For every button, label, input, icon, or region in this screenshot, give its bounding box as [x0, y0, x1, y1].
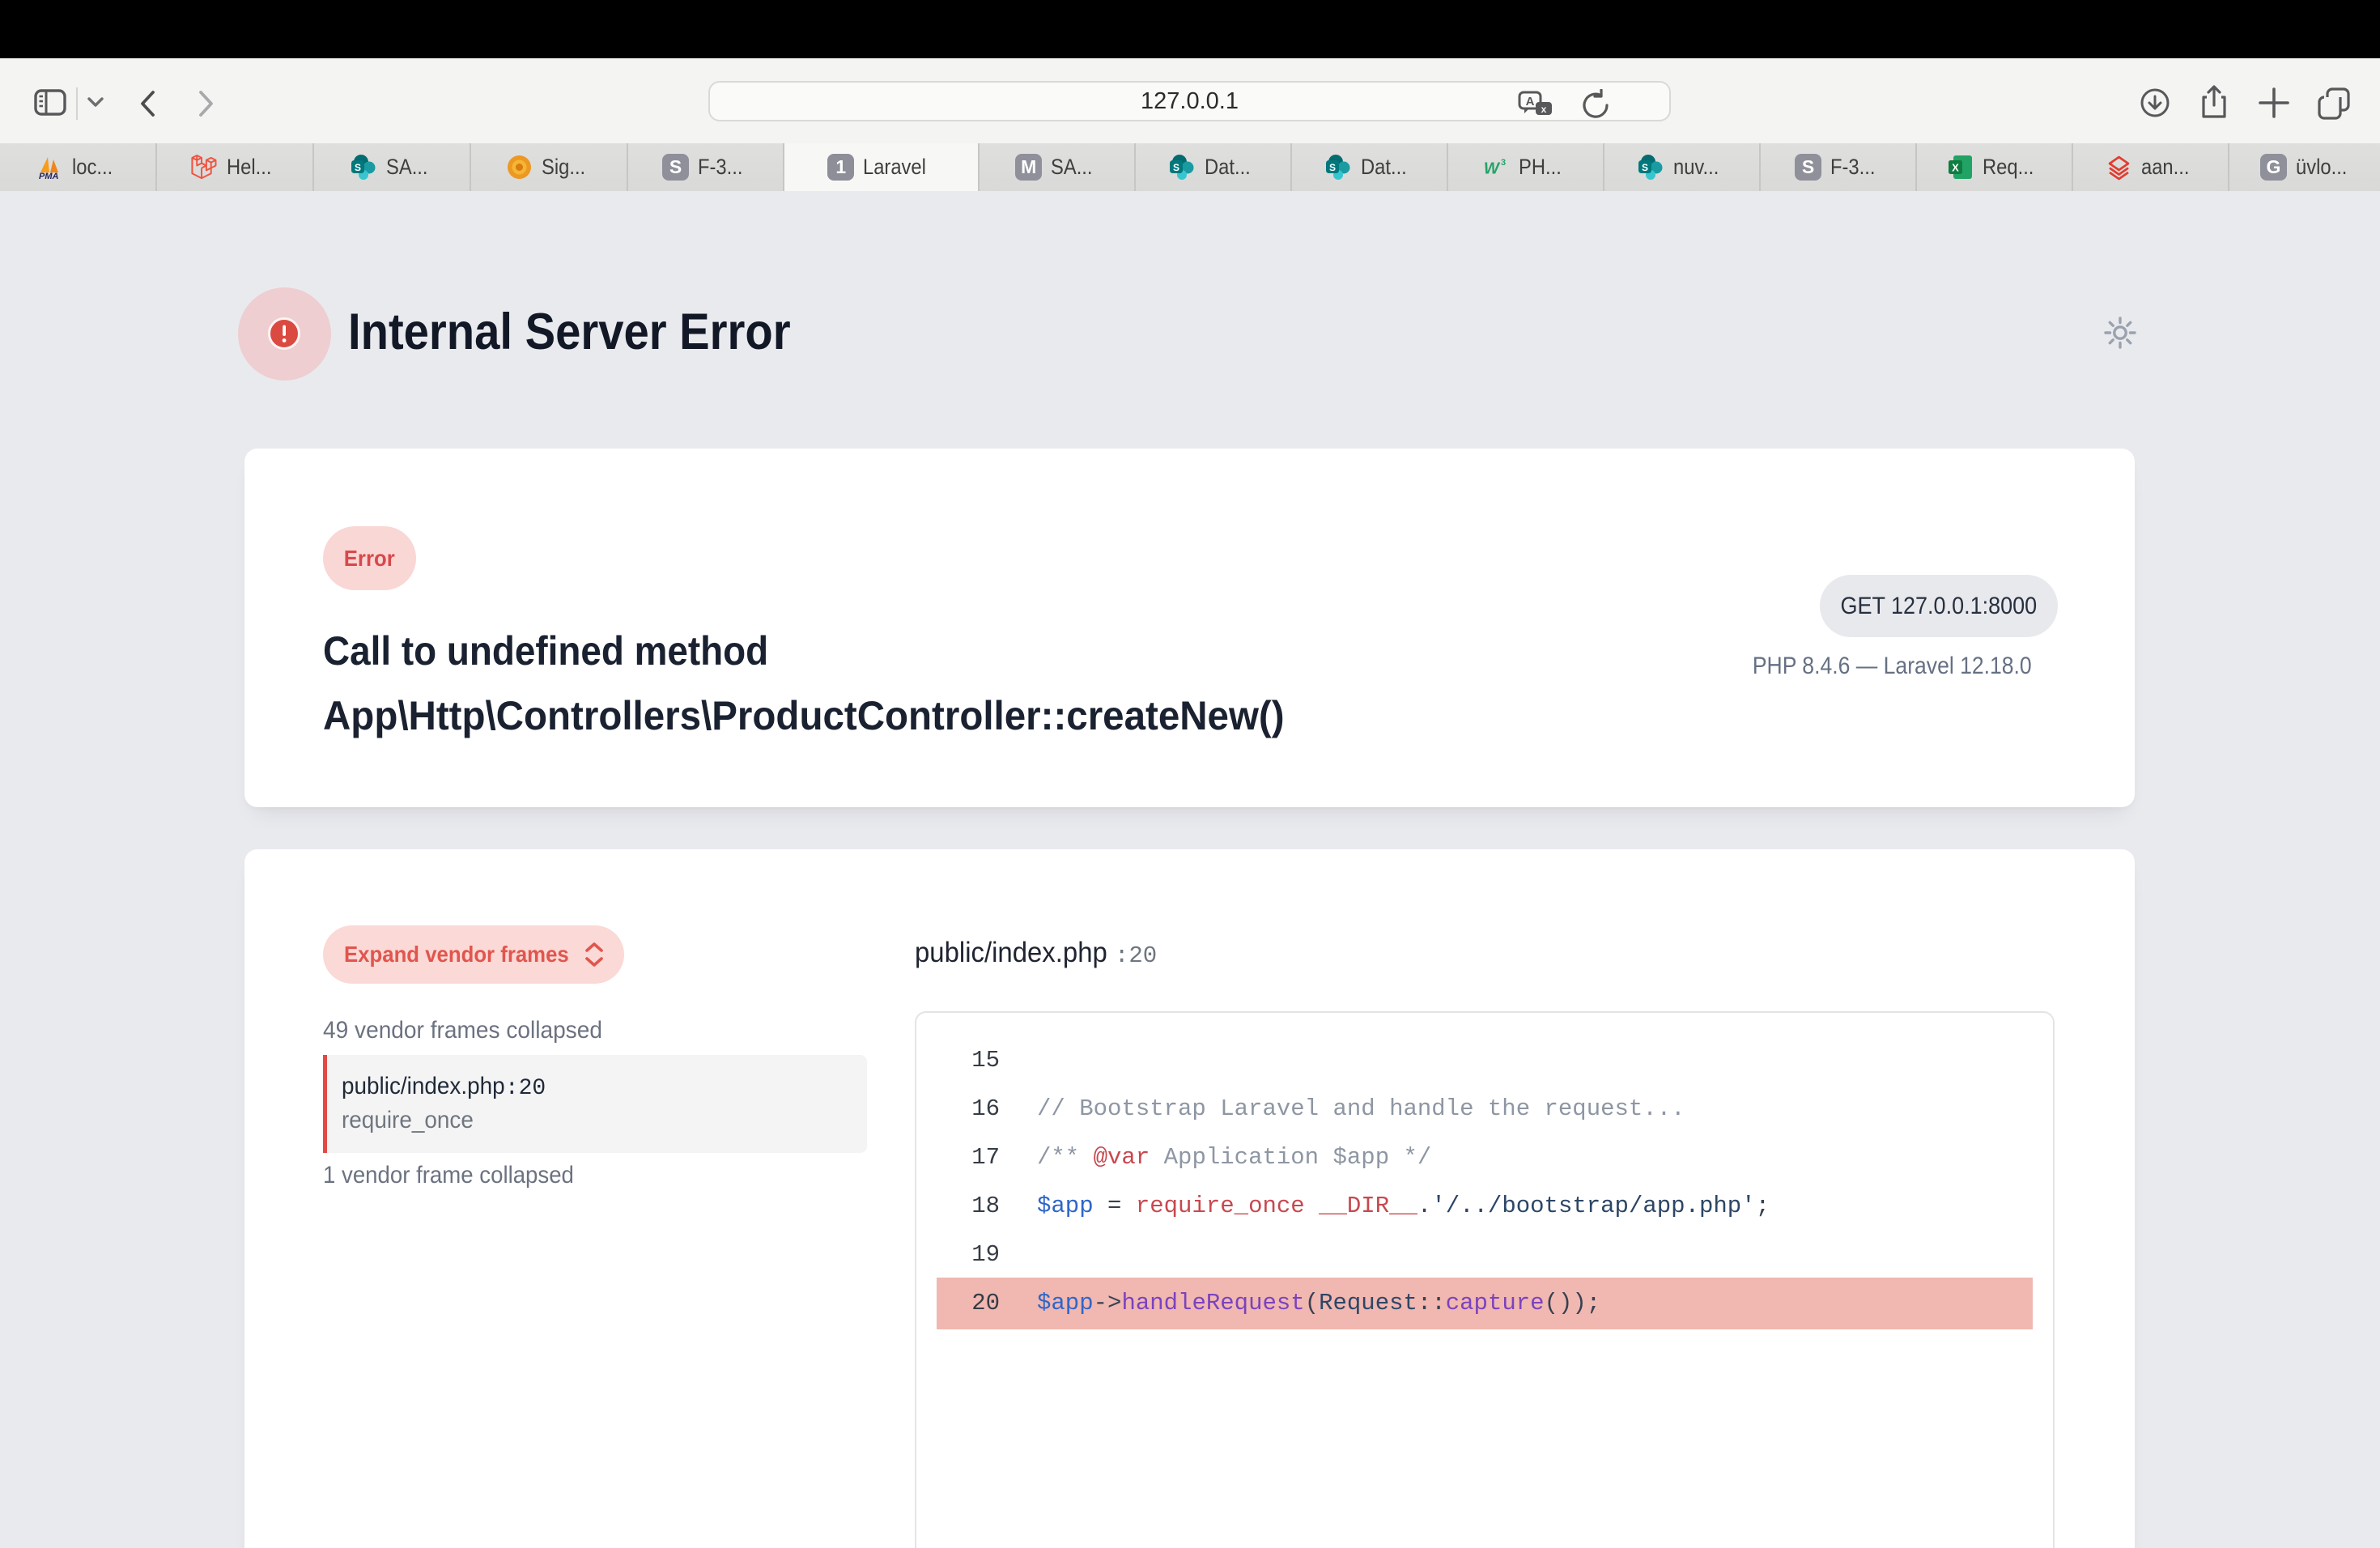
- svg-text:S: S: [1173, 162, 1179, 173]
- svg-text:S: S: [355, 162, 361, 173]
- svg-text:PMA: PMA: [39, 172, 59, 181]
- svg-text:3: 3: [1501, 158, 1506, 168]
- svg-text:S: S: [1329, 162, 1336, 173]
- svg-text:A: A: [1526, 95, 1535, 108]
- svg-text:S: S: [1642, 162, 1648, 173]
- svg-text:X: X: [1953, 162, 1960, 174]
- svg-text:W: W: [1484, 159, 1501, 177]
- svg-text:x: x: [1541, 104, 1547, 115]
